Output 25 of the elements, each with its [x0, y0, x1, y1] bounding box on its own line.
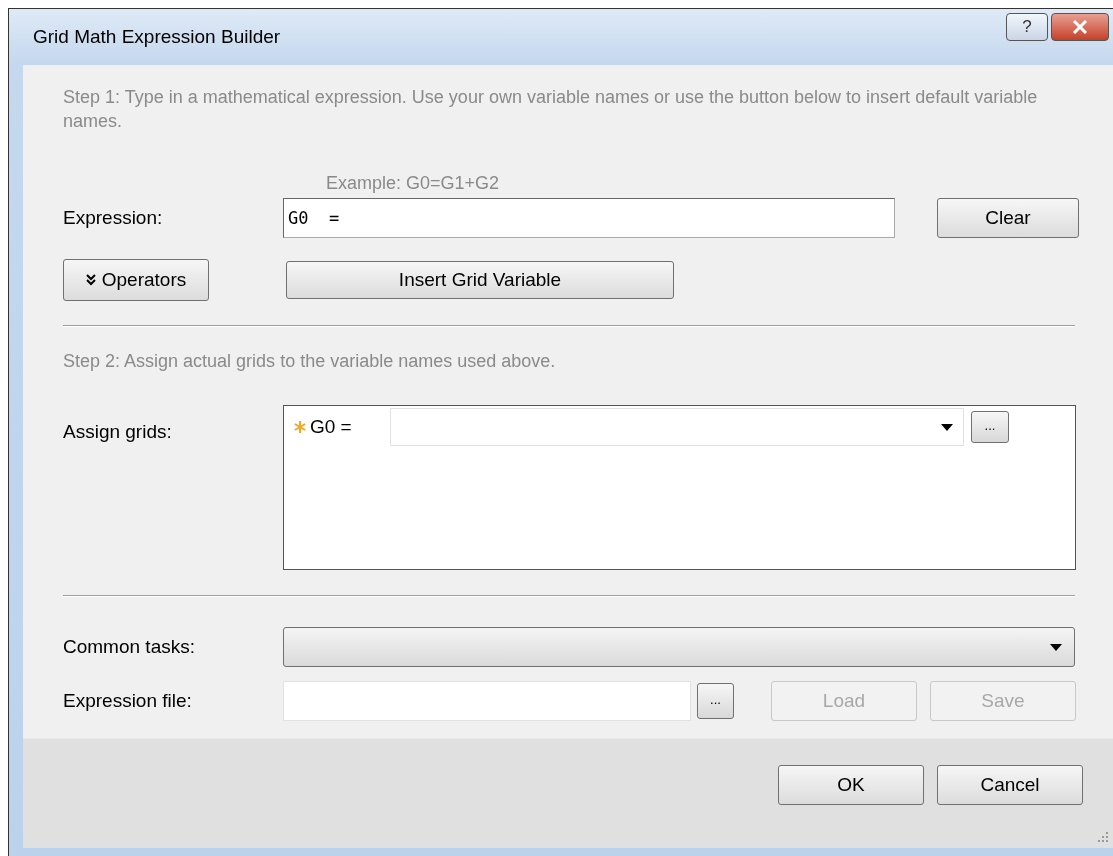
common-tasks-label: Common tasks:	[63, 636, 196, 658]
expression-file-field[interactable]	[283, 681, 691, 721]
variable-label: G0 =	[310, 416, 353, 438]
dropdown-arrow-icon	[1050, 643, 1062, 651]
clear-button[interactable]: Clear	[937, 198, 1079, 238]
close-button[interactable]	[1051, 13, 1109, 41]
operators-button[interactable]: Operators	[63, 259, 209, 301]
expression-file-label: Expression file:	[63, 690, 193, 712]
insert-grid-variable-button[interactable]: Insert Grid Variable	[286, 261, 674, 299]
expression-field[interactable]: G0 =	[283, 198, 895, 238]
dropdown-arrow-icon	[941, 423, 953, 431]
window-title: Grid Math Expression Builder	[33, 26, 281, 48]
close-icon	[1071, 20, 1089, 34]
instruction-text: Step 1: Type in a mathematical expression. Use your own variable names or use the button below to insert default variable names.	[63, 86, 1039, 133]
common-tasks-dropdown[interactable]	[283, 627, 1075, 667]
expression-label: Expression:	[63, 207, 164, 229]
example-hint: Example: G0=G1+G2	[326, 173, 501, 194]
help-button[interactable]: ?	[1006, 13, 1048, 41]
cancel-button[interactable]: Cancel	[937, 765, 1083, 805]
instruction-text: Step 2: Assign actual grids to the variable names used above.	[63, 350, 557, 373]
browse-button[interactable]: ...	[971, 411, 1009, 443]
browse-button[interactable]: ...	[697, 683, 734, 719]
resize-grip-icon	[1095, 830, 1109, 844]
ok-button[interactable]: OK	[778, 765, 924, 805]
assign-grids-label: Assign grids:	[63, 421, 173, 443]
